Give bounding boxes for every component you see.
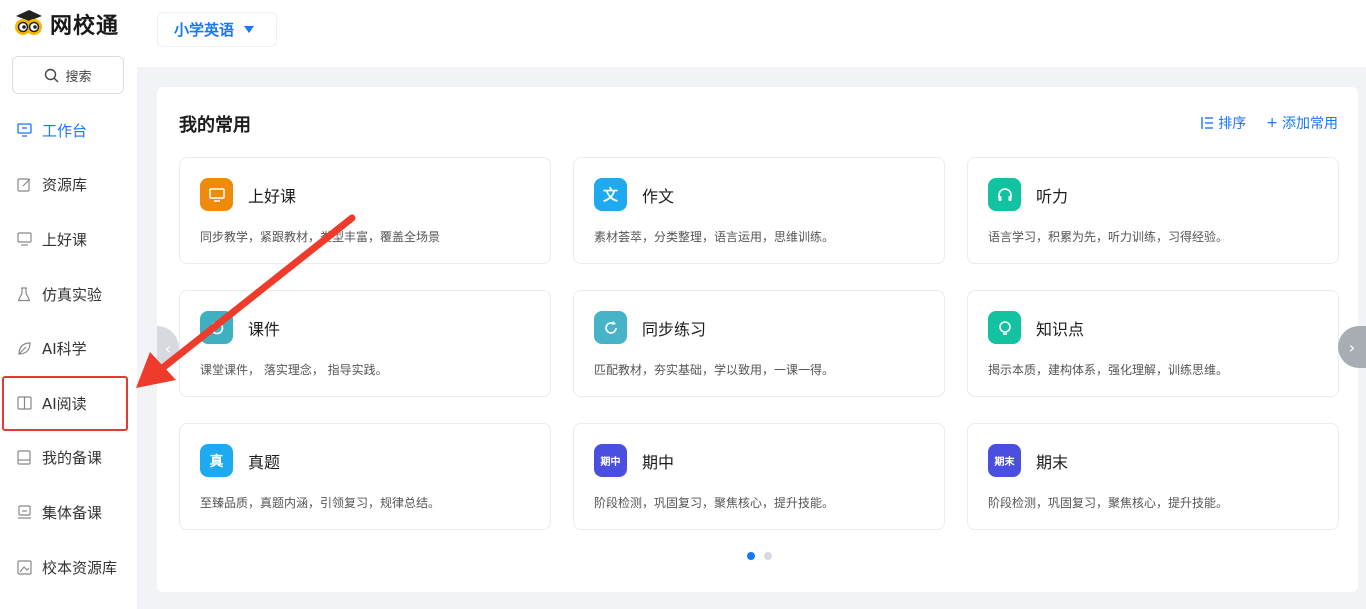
book-icon <box>16 395 32 411</box>
card-knowledge-point[interactable]: 知识点 揭示本质，建构体系，强化理解，训练思维。 <box>967 290 1339 397</box>
card-title: 期中 <box>642 452 675 472</box>
leaf-icon <box>16 341 32 357</box>
card-desc: 至臻品质，真题内涵，引领复习，规律总结。 <box>200 496 441 510</box>
favorites-panel: 我的常用 排序 + 添加常用 上好课 同步教学，紧跟教材，类型丰富，覆盖全场景 … <box>157 87 1358 592</box>
sidebar-item-label: 仿真实验 <box>42 285 103 304</box>
search-button[interactable]: 搜索 <box>12 56 124 94</box>
search-icon <box>45 68 59 82</box>
pagination-dot[interactable] <box>764 552 772 560</box>
sidebar-item-ai-reading[interactable]: AI阅读 <box>2 375 128 431</box>
card-desc: 同步教学，紧跟教材，类型丰富，覆盖全场景 <box>200 230 441 244</box>
notebook-icon <box>16 450 32 466</box>
sidebar-item-school-library[interactable]: 校本资源库 <box>0 540 137 595</box>
text-icon: 文 <box>594 178 627 211</box>
subject-selected: 小学英语 <box>174 21 235 39</box>
flask-icon <box>16 286 32 302</box>
exam-icon: 真 <box>200 444 233 477</box>
courseware-icon <box>200 311 233 344</box>
screen-icon <box>16 231 32 247</box>
sidebar-item-simulation[interactable]: 仿真实验 <box>0 267 137 322</box>
sidebar-item-workbench[interactable]: 工作台 <box>0 103 137 158</box>
mascot-logo-icon <box>12 9 46 39</box>
search-label: 搜索 <box>65 69 92 85</box>
brand-name: 网校通 <box>50 14 120 39</box>
card-good-class[interactable]: 上好课 同步教学，紧跟教材，类型丰富，覆盖全场景 <box>179 157 551 264</box>
caret-down-icon <box>244 26 255 33</box>
card-grid: 上好课 同步教学，紧跟教材，类型丰富，覆盖全场景 文 作文 素材荟萃，分类整理，… <box>179 157 1339 530</box>
sidebar-item-label: 工作台 <box>42 121 88 140</box>
sidebar-item-my-prep[interactable]: 我的备课 <box>0 431 137 486</box>
sidebar-item-label: 集体备课 <box>42 503 103 522</box>
monitor-icon <box>16 122 32 138</box>
card-title: 同步练习 <box>642 319 707 339</box>
card-title: 听力 <box>1036 186 1069 206</box>
sidebar-item-group-prep[interactable]: 集体备课 <box>0 485 137 540</box>
chevron-left-icon: ‹ <box>164 338 172 358</box>
card-desc: 课堂课件， 落实理念， 指导实践。 <box>200 363 388 377</box>
final-exam-icon: 期末 <box>988 444 1021 477</box>
card-desc: 阶段检测，巩固复习，聚焦核心，提升技能。 <box>988 496 1229 510</box>
sidebar-item-good-class[interactable]: 上好课 <box>0 212 137 267</box>
card-past-exams[interactable]: 真 真题 至臻品质，真题内涵，引领复习，规律总结。 <box>179 423 551 530</box>
card-desc: 语言学习，积累为先，听力训练，习得经验。 <box>988 230 1229 244</box>
card-desc: 揭示本质，建构体系，强化理解，训练思维。 <box>988 363 1229 377</box>
card-desc: 匹配教材，夯实基础，学以致用，一课一得。 <box>594 363 835 377</box>
refresh-icon <box>594 311 627 344</box>
card-desc: 阶段检测，巩固复习，聚焦核心，提升技能。 <box>594 496 835 510</box>
card-final[interactable]: 期末 期末 阶段检测，巩固复习，聚焦核心，提升技能。 <box>967 423 1339 530</box>
card-title: 期末 <box>1036 452 1069 472</box>
subject-dropdown[interactable]: 小学英语 <box>158 13 276 46</box>
sidebar-item-label: AI阅读 <box>42 394 87 413</box>
sidebar-item-label: 我的备课 <box>42 449 103 468</box>
sort-icon <box>1201 117 1214 129</box>
lesson-icon <box>200 178 233 211</box>
sort-button[interactable]: 排序 <box>1200 113 1246 133</box>
sidebar: 网校通 搜索 工作台 资源库 上好课 仿真实验 AI科学 AI阅读 我的备课 集… <box>0 0 137 609</box>
sort-label: 排序 <box>1218 116 1247 132</box>
card-title: 知识点 <box>1036 319 1085 339</box>
pagination-dot-active[interactable] <box>747 552 755 560</box>
add-favorite-button[interactable]: + 添加常用 <box>1266 113 1338 133</box>
sidebar-item-label: 校本资源库 <box>42 558 118 577</box>
pagination-dots <box>747 552 772 560</box>
image-icon <box>16 559 32 575</box>
plus-icon: + <box>1266 115 1278 131</box>
card-courseware[interactable]: 课件 课堂课件， 落实理念， 指导实践。 <box>179 290 551 397</box>
card-title: 真题 <box>248 452 281 472</box>
card-composition[interactable]: 文 作文 素材荟萃，分类整理，语言运用，思维训练。 <box>573 157 945 264</box>
panel-title: 我的常用 <box>179 115 251 136</box>
card-desc: 素材荟萃，分类整理，语言运用，思维训练。 <box>594 230 835 244</box>
card-midterm[interactable]: 期中 期中 阶段检测，巩固复习，聚焦核心，提升技能。 <box>573 423 945 530</box>
sidebar-nav: 工作台 资源库 上好课 仿真实验 AI科学 AI阅读 我的备课 集体备课 校本资… <box>0 103 137 594</box>
card-title: 作文 <box>642 186 675 206</box>
bulb-icon <box>988 311 1021 344</box>
sidebar-item-label: 资源库 <box>42 176 88 195</box>
sidebar-item-label: AI科学 <box>42 340 87 359</box>
panel-actions: 排序 + 添加常用 <box>1200 113 1338 133</box>
card-title: 上好课 <box>248 186 297 206</box>
add-label: 添加常用 <box>1282 116 1338 132</box>
sidebar-item-ai-science[interactable]: AI科学 <box>0 321 137 376</box>
edit-icon <box>16 177 32 193</box>
card-title: 课件 <box>248 319 281 339</box>
brand-logo[interactable]: 网校通 <box>12 8 119 40</box>
sidebar-item-resources[interactable]: 资源库 <box>0 158 137 213</box>
card-listening[interactable]: 听力 语言学习，积累为先，听力训练，习得经验。 <box>967 157 1339 264</box>
group-icon <box>16 504 32 520</box>
sidebar-item-label: 上好课 <box>42 230 88 249</box>
midterm-icon: 期中 <box>594 444 627 477</box>
headphones-icon <box>988 178 1021 211</box>
chevron-right-icon: › <box>1348 337 1356 357</box>
card-sync-practice[interactable]: 同步练习 匹配教材，夯实基础，学以致用，一课一得。 <box>573 290 945 397</box>
